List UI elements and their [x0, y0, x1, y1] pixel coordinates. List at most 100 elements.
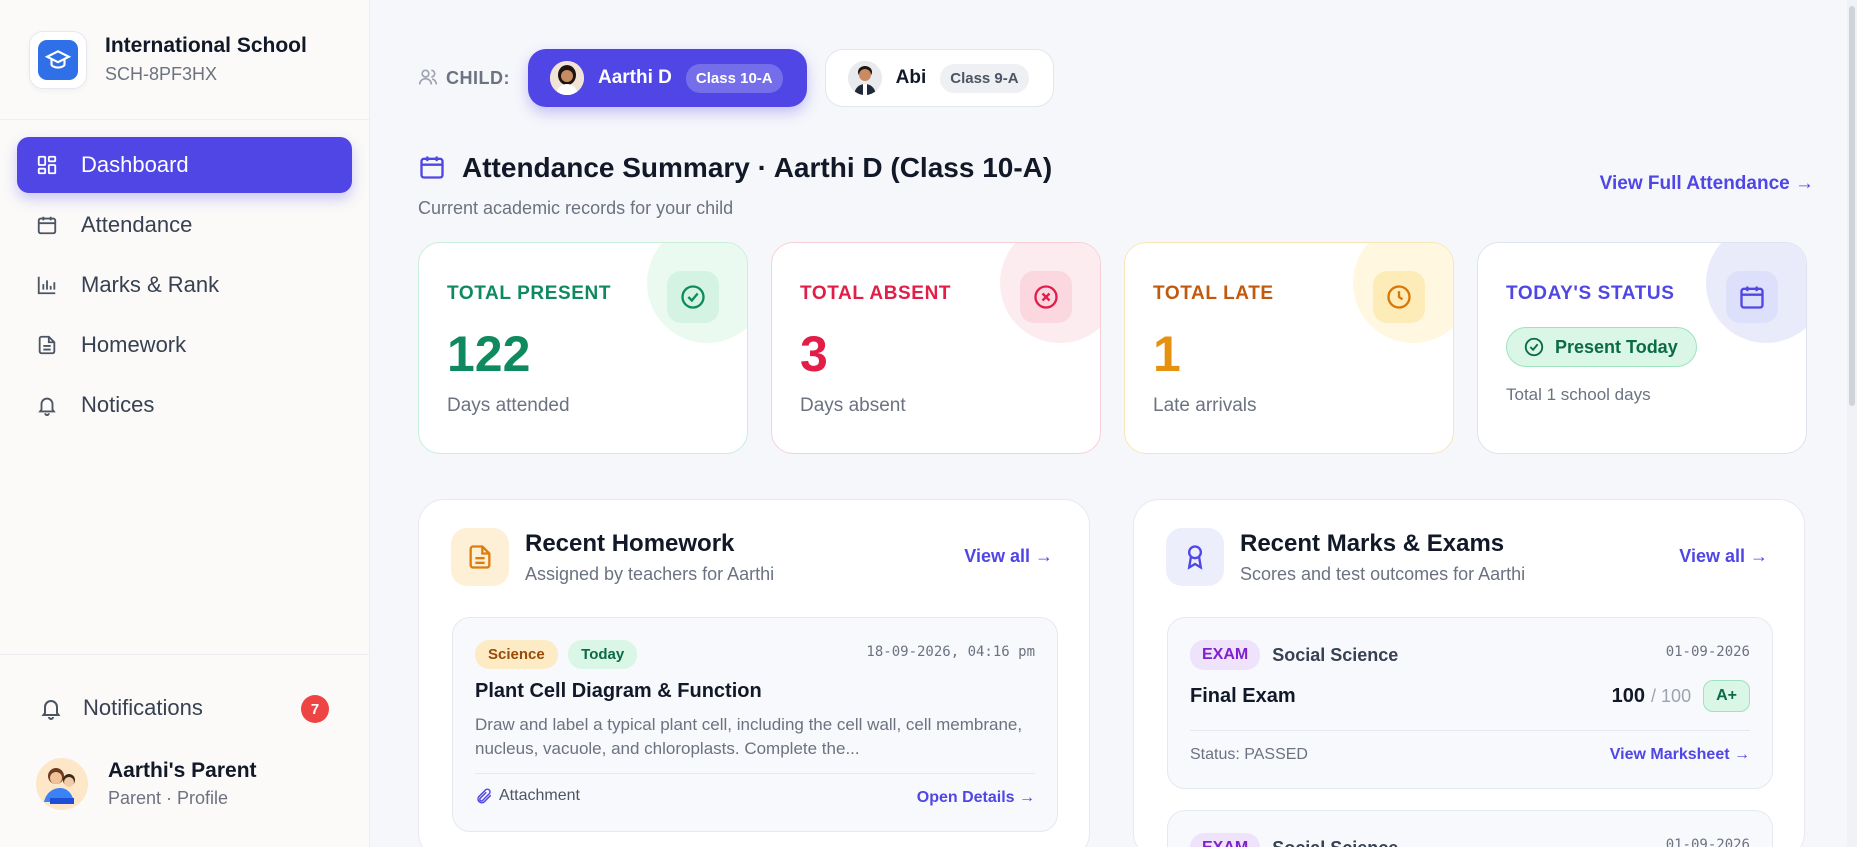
- panel-subtitle: Scores and test outcomes for Aarthi: [1240, 563, 1526, 584]
- child-chip-aarthi[interactable]: Aarthi D Class 10-A: [528, 49, 807, 107]
- stat-description: Late arrivals: [1153, 395, 1257, 416]
- exam-score: 100 / 100 A+: [1612, 680, 1750, 712]
- stat-description: Days attended: [447, 395, 570, 416]
- view-marksheet-link[interactable]: View Marksheet →: [1610, 746, 1750, 764]
- sidebar-item-label: Homework: [81, 332, 187, 357]
- sidebar-item-marks[interactable]: Marks & Rank: [17, 257, 352, 313]
- sidebar-item-label: Marks & Rank: [81, 272, 220, 297]
- stats-row: TOTAL PRESENT 122 Days attended TOTAL AB…: [418, 242, 1807, 454]
- stat-description: Days absent: [800, 395, 906, 416]
- child-avatar: [550, 61, 584, 95]
- homework-datetime: 18-09-2026, 04:16 pm: [866, 644, 1035, 660]
- document-icon: [35, 333, 59, 357]
- due-tag: Today: [568, 640, 638, 669]
- grade-badge: A+: [1703, 680, 1750, 712]
- award-icon: [1166, 528, 1224, 586]
- school-code: SCH-8PF3HX: [105, 64, 218, 84]
- status-badge: Present Today: [1506, 327, 1697, 367]
- exam-type-tag: EXAM: [1190, 833, 1261, 847]
- exam-type-tag: EXAM: [1190, 640, 1261, 670]
- sidebar-footer: Notifications 7 Aarthi's Parent Parent ·…: [0, 654, 369, 847]
- stat-card-today: TODAY'S STATUS Present Today Total 1 sch…: [1477, 242, 1807, 454]
- view-all-homework-link[interactable]: View all →: [964, 546, 1053, 567]
- homework-title: Plant Cell Diagram & Function: [475, 680, 762, 702]
- sidebar-item-label: Dashboard: [81, 152, 189, 177]
- school-header: International School SCH-8PF3HX: [0, 0, 369, 120]
- score-value: 100: [1611, 684, 1646, 707]
- grid-icon: [35, 153, 59, 177]
- bell-icon: [35, 393, 59, 417]
- x-circle-icon: [1020, 271, 1072, 323]
- check-circle-icon: [1523, 336, 1545, 358]
- recent-marks-panel: Recent Marks & Exams Scores and test out…: [1133, 499, 1805, 847]
- exam-title: Final Exam: [1190, 685, 1296, 707]
- stat-card-late: TOTAL LATE 1 Late arrivals: [1124, 242, 1454, 454]
- page-title: Attendance Summary · Aarthi D (Class 10-…: [462, 152, 1053, 183]
- child-chip-abi[interactable]: Abi Class 9-A: [824, 49, 1054, 107]
- bar-chart-icon: [35, 273, 59, 297]
- notifications-button[interactable]: Notifications 7: [17, 678, 352, 738]
- sidebar: International School SCH-8PF3HX Dashboar…: [0, 0, 370, 847]
- scrollbar-thumb[interactable]: [1849, 6, 1855, 406]
- sidebar-item-label: Notices: [81, 392, 155, 417]
- profile-button[interactable]: Aarthi's Parent Parent · Profile: [36, 758, 369, 810]
- attendance-summary-header: Attendance Summary · Aarthi D (Class 10-…: [418, 152, 1052, 219]
- view-full-attendance-link[interactable]: View Full Attendance →: [1600, 173, 1814, 195]
- sidebar-item-attendance[interactable]: Attendance: [17, 197, 352, 253]
- document-icon: [451, 528, 509, 586]
- status-badge-text: Present Today: [1555, 336, 1678, 357]
- exam-date: 01-09-2026: [1665, 644, 1750, 660]
- users-icon: [418, 67, 440, 89]
- notification-count-badge: 7: [301, 695, 329, 723]
- exam-status: Status: PASSED: [1190, 746, 1308, 763]
- homework-description: Draw and label a typical plant cell, inc…: [475, 715, 1023, 758]
- child-selector: CHILD: Aarthi D Class 10-A Abi Class 9-A: [418, 49, 1054, 107]
- view-all-marks-link[interactable]: View all →: [1679, 546, 1768, 567]
- check-circle-icon: [667, 271, 719, 323]
- exam-date: 01-09-2026: [1665, 837, 1750, 847]
- exam-subject: Social Science: [1272, 838, 1398, 847]
- exam-subject: Social Science: [1272, 644, 1399, 665]
- recent-homework-panel: Recent Homework Assigned by teachers for…: [418, 499, 1090, 847]
- scrollbar[interactable]: [1847, 0, 1857, 847]
- calendar-icon: [418, 153, 448, 183]
- sidebar-item-homework[interactable]: Homework: [17, 317, 352, 373]
- stat-description: Total 1 school days: [1506, 385, 1651, 404]
- school-name: International School: [105, 34, 307, 57]
- child-name: Abi: [895, 67, 927, 88]
- sidebar-item-label: Attendance: [81, 212, 193, 237]
- child-label-text: CHILD:: [446, 67, 510, 88]
- clock-icon: [1373, 271, 1425, 323]
- homework-card[interactable]: Science Today 18-09-2026, 04:16 pm Plant…: [452, 617, 1058, 832]
- exam-card[interactable]: EXAM Social Science 01-09-2026: [1167, 810, 1773, 847]
- sidebar-item-notices[interactable]: Notices: [17, 377, 352, 433]
- profile-name: Aarthi's Parent: [108, 759, 257, 782]
- school-logo: [29, 30, 87, 89]
- child-avatar: [847, 61, 882, 95]
- open-details-link[interactable]: Open Details →: [917, 789, 1035, 807]
- subject-tag: Science: [475, 640, 558, 669]
- score-total: / 100: [1651, 685, 1692, 706]
- child-class-badge: Class 10-A: [685, 63, 783, 93]
- child-label: CHILD:: [418, 67, 510, 89]
- page-subtitle: Current academic records for your child: [418, 198, 734, 218]
- profile-subtitle: Parent · Profile: [108, 788, 229, 808]
- sidebar-nav: Dashboard Attendance Marks & Rank Homewo…: [0, 120, 369, 454]
- panel-subtitle: Assigned by teachers for Aarthi: [525, 563, 775, 584]
- graduation-cap-icon: [45, 49, 71, 69]
- calendar-icon: [1726, 271, 1778, 323]
- panel-title: Recent Homework: [525, 529, 735, 557]
- stat-card-present: TOTAL PRESENT 122 Days attended: [418, 242, 748, 454]
- child-name: Aarthi D: [598, 67, 672, 88]
- notifications-label: Notifications: [83, 695, 203, 720]
- stat-card-absent: TOTAL ABSENT 3 Days absent: [771, 242, 1101, 454]
- calendar-icon: [35, 213, 59, 237]
- attachment-link[interactable]: Attachment: [475, 787, 580, 805]
- avatar: [36, 758, 88, 810]
- paperclip-icon: [475, 787, 493, 805]
- panel-title: Recent Marks & Exams: [1240, 529, 1505, 557]
- sidebar-item-dashboard[interactable]: Dashboard: [17, 137, 352, 193]
- exam-card[interactable]: EXAM Social Science 01-09-2026 Final Exa…: [1167, 617, 1773, 789]
- bell-icon: [39, 696, 63, 720]
- attachment-label: Attachment: [499, 787, 580, 804]
